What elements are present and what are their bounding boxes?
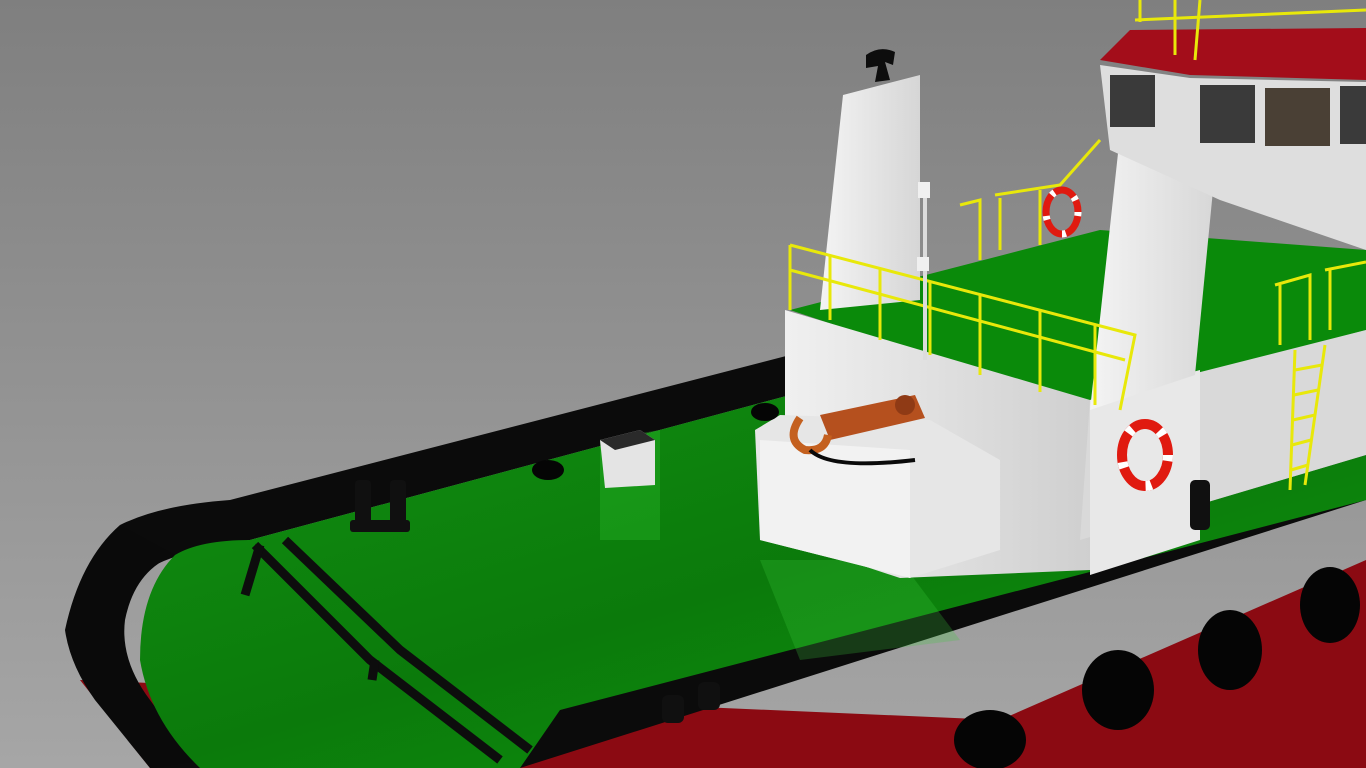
tugboat-scene <box>0 0 1366 768</box>
wheelhouse-window <box>1340 86 1366 144</box>
tyre-fender <box>1198 610 1262 690</box>
deck-locker <box>600 430 655 488</box>
wheelhouse-window <box>1200 85 1255 143</box>
tyre-fender <box>1082 650 1154 730</box>
render-viewport <box>0 0 1366 768</box>
bollard-icon <box>1190 480 1210 530</box>
wheelhouse-window <box>1265 88 1330 146</box>
wheelhouse-window <box>1110 75 1155 127</box>
tyre-fender <box>954 710 1026 768</box>
tyre-fender <box>1300 567 1360 643</box>
